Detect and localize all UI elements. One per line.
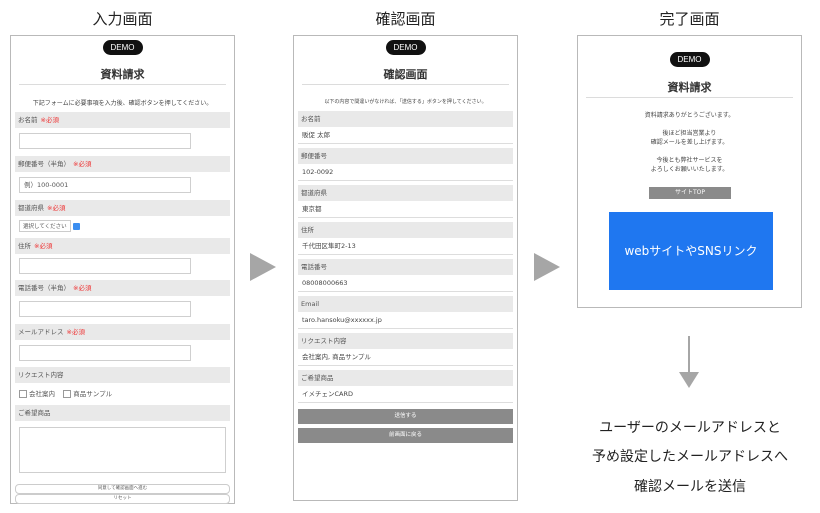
field-label-product: ご希望商品 [15,405,230,421]
field-label-pref: 都道府県 ※必須 [15,200,230,216]
message-line: よろしくお願いいたします。 [650,166,729,173]
field-label-address: 住所 ※必須 [15,238,230,254]
confirm-label: リクエスト内容 [298,333,513,349]
confirm-label: お名前 [298,111,513,127]
title-confirm-screen: 確認画面 [375,10,436,28]
confirm-label: 都道府県 [298,185,513,201]
complete-screen-panel: DEMO 資料請求 資料請求ありがとうございます。 後ほど担当営業より 確認メー… [577,35,802,308]
confirm-button[interactable]: 同意して確認画面へ進む [15,484,230,494]
select-arrow-icon [72,223,80,230]
confirm-label: ご希望商品 [298,370,513,386]
divider [586,97,793,98]
demo-badge: DEMO [385,40,426,55]
confirm-value: 会社案内, 商品サンプル [298,349,513,366]
demo-badge: DEMO [669,52,710,67]
web-sns-link-banner[interactable]: webサイトやSNSリンク [609,212,773,290]
input-heading: 資料請求 [100,68,145,81]
confirm-value: 102-0092 [298,164,513,181]
confirm-screen-panel: DEMO 確認画面 以下の内容で間違いがなければ、「送信する」ボタンを押してくだ… [293,35,518,501]
demo-badge: DEMO [102,40,143,55]
confirm-value: 千代田区隼町2-13 [298,238,513,255]
confirm-label: Email [298,296,513,312]
email-input[interactable] [19,345,191,361]
arrow-down-shaft [688,336,690,374]
arrow-down-icon [679,372,699,388]
site-top-button[interactable]: サイトTOP [649,187,731,199]
input-screen-panel: DEMO 資料請求 下記フォームに必要事項を入力後、確認ボタンを押してください。… [10,35,235,504]
field-label-phone: 電話番号（半角） ※必須 [15,280,230,296]
confirm-intro: 以下の内容で間違いがなければ、「送信する」ボタンを押してください。 [324,99,487,105]
field-label-email: メールアドレス ※必須 [15,324,230,340]
message-line: 今後とも弊社サービスを [656,157,723,164]
request-options: 会社案内 商品サンプル [19,388,112,398]
pref-select[interactable]: 選択してください [19,220,80,232]
confirm-heading: 確認画面 [383,68,428,81]
description-line: ユーザーのメールアドレスと [599,420,781,436]
thanks-text: 資料請求ありがとうございます。 [644,112,735,119]
title-complete-screen: 完了画面 [659,10,720,28]
confirm-label: 電話番号 [298,259,513,275]
product-textarea[interactable] [19,427,226,473]
description-line: 予め設定したメールアドレスへ [592,449,788,465]
checkbox-company[interactable]: 会社案内 [19,390,55,398]
complete-heading: 資料請求 [667,81,712,94]
confirm-value: taro.hansoku@xxxxxx.jp [298,312,513,329]
phone-input[interactable] [19,301,191,317]
send-button[interactable]: 送信する [298,409,513,424]
address-input[interactable] [19,258,191,274]
zip-input[interactable]: 例）100-0001 [19,177,191,193]
arrow-right-icon [534,253,560,281]
checkbox-sample[interactable]: 商品サンプル [63,390,112,398]
divider [19,84,226,85]
name-input[interactable] [19,133,191,149]
message-line: 後ほど担当営業より [662,130,717,137]
field-label-name: お名前 ※必須 [15,112,230,128]
description-line: 確認メールを送信 [634,479,746,495]
confirm-value: イメチェンCARD [298,386,513,403]
message-line: 確認メールを差し上げます。 [650,139,729,146]
confirm-value: 販促 太郎 [298,127,513,144]
input-intro: 下記フォームに必要事項を入力後、確認ボタンを押してください。 [32,100,213,107]
arrow-right-icon [250,253,276,281]
title-input-screen: 入力画面 [92,10,153,28]
field-label-zip: 郵便番号（半角） ※必須 [15,156,230,172]
confirm-label: 郵便番号 [298,148,513,164]
confirm-value: 08008000663 [298,275,513,292]
divider [302,84,509,85]
confirm-label: 住所 [298,222,513,238]
field-label-request: リクエスト内容 [15,367,230,383]
reset-button[interactable]: リセット [15,494,230,504]
back-button[interactable]: 前画面に戻る [298,428,513,443]
confirm-value: 東京都 [298,201,513,218]
